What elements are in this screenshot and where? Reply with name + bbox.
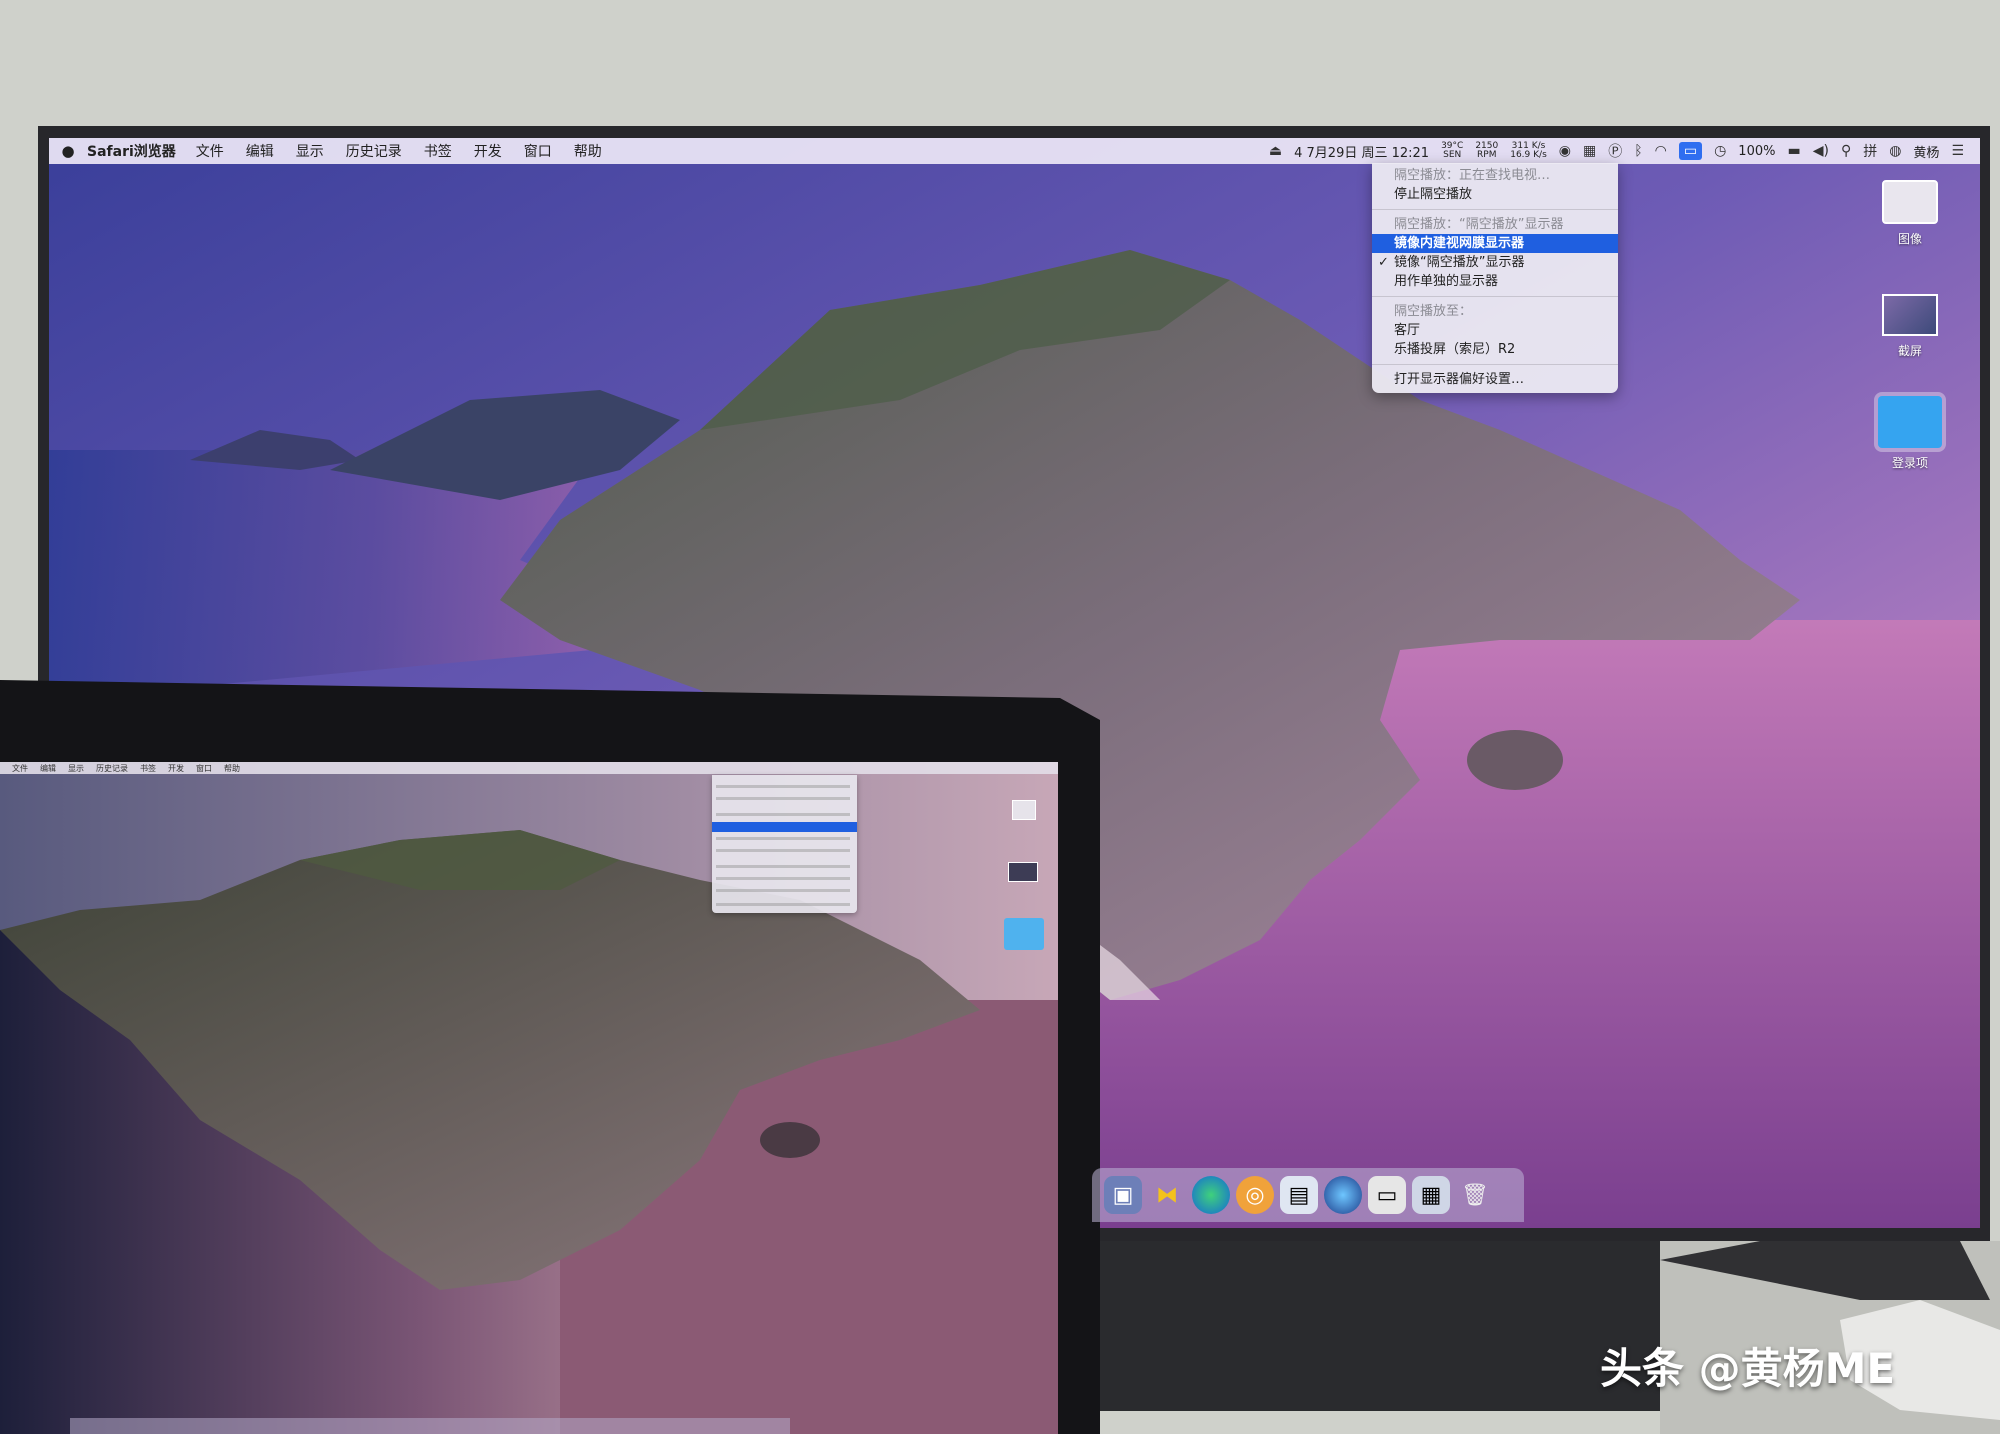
image-file-icon (1882, 180, 1938, 224)
desktop-icon-screenshot[interactable]: 截屏 (1880, 294, 1940, 359)
airplay-icon[interactable]: ▭ (1678, 142, 1703, 160)
laptop-menu-row (716, 877, 850, 880)
menu-item-bookmarks[interactable]: 书签 (424, 141, 452, 161)
airplay-mode-header: 隔空播放：“隔空播放”显示器 (1394, 217, 1564, 232)
mirror-builtin-item[interactable]: 镜像内建视网膜显示器 (1372, 234, 1618, 253)
airplay-menu: 隔空播放：正在查找电视… 停止隔空播放 隔空播放：“隔空播放”显示器 镜像内建视… (1372, 163, 1618, 393)
finder-window-icon[interactable]: ▦ (1412, 1176, 1450, 1214)
photo-app-icon[interactable]: ▣ (1104, 1176, 1142, 1214)
dock: ▣ ⧓ ◎ ▤ ▭ ▦ 🗑 (1092, 1168, 1524, 1222)
volume-icon[interactable]: ◀) (1813, 143, 1829, 159)
fan-readout[interactable]: 2150 RPM (1475, 142, 1498, 160)
laptop-menu-row (716, 865, 850, 868)
open-display-prefs-item[interactable]: 打开显示器偏好设置… (1372, 370, 1618, 389)
screenshot-file-icon (1882, 294, 1938, 336)
laptop-menu-item[interactable]: 编辑 (40, 763, 56, 774)
desktop-icon-label: 登录项 (1891, 456, 1928, 470)
net-down: 16.9 K/s (1510, 150, 1547, 160)
printer-icon[interactable]: ▭ (1368, 1176, 1406, 1214)
battery-icon[interactable]: ▬ (1787, 143, 1800, 159)
mirror-airplay-item[interactable]: ✓ 镜像“隔空播放”显示器 (1372, 253, 1618, 272)
spotlight-icon[interactable]: ⚲ (1841, 143, 1851, 159)
bluetooth-icon[interactable]: ᛒ (1634, 143, 1642, 159)
temperature-readout[interactable]: 39°C SEN (1441, 142, 1463, 160)
stop-airplay-item[interactable]: 停止隔空播放 (1372, 185, 1618, 204)
tiles-icon[interactable]: ▦ (1583, 143, 1596, 159)
menu-item-develop[interactable]: 开发 (474, 141, 502, 161)
wechat-icon[interactable]: ◉ (1559, 143, 1571, 159)
trash-icon[interactable]: 🗑 (1456, 1176, 1494, 1214)
tv-menu-bar: ● Safari浏览器 文件 编辑 显示 历史记录 书签 开发 窗口 帮助 ⏏ … (49, 138, 1980, 164)
photo-scene (0, 0, 2000, 1434)
laptop-menu-item[interactable]: 文件 (12, 763, 28, 774)
laptop-menu-row (716, 785, 850, 788)
menu-item-window[interactable]: 窗口 (524, 141, 552, 161)
laptop-menu-row (716, 889, 850, 892)
quicktime-icon[interactable] (1324, 1176, 1362, 1214)
battery-percent[interactable]: 100% (1738, 144, 1775, 159)
menu-separator (1372, 296, 1618, 297)
separate-display-item[interactable]: 用作单独的显示器 (1372, 272, 1618, 291)
laptop-menu-row (716, 849, 850, 852)
checkmark-icon: ✓ (1378, 255, 1389, 270)
eject-icon[interactable]: ⏏ (1269, 143, 1282, 159)
fan-unit: RPM (1477, 150, 1497, 160)
laptop-screenshot-icon[interactable] (1008, 862, 1038, 882)
airplay-status-header: 隔空播放：正在查找电视… (1394, 168, 1551, 183)
status-bar: ⏏ 4 7月29日 周三 12:21 39°C SEN 2150 RPM 311… (1269, 138, 1964, 164)
laptop-menu-bar: 文件 编辑 显示 历史记录 书签 开发 窗口 帮助 (0, 762, 1058, 774)
input-method-icon[interactable]: 拼 (1863, 141, 1877, 161)
laptop-menu-row (716, 837, 850, 840)
laptop-menu-row (716, 813, 850, 816)
p-icon[interactable]: Ⓟ (1608, 141, 1622, 161)
desktop-icon-login-items[interactable]: 登录项 (1872, 396, 1948, 471)
menu-item-history[interactable]: 历史记录 (346, 141, 402, 161)
time-machine-icon[interactable]: ◷ (1714, 143, 1726, 159)
menu-item-help[interactable]: 帮助 (574, 141, 602, 161)
laptop-airplay-menu (712, 775, 857, 913)
laptop-menu-selected-row (712, 822, 857, 832)
laptop-image-icon[interactable] (1012, 800, 1036, 820)
orange-app-icon[interactable]: ◎ (1236, 1176, 1274, 1214)
device-living-room-item[interactable]: 客厅 (1372, 321, 1618, 340)
user-name[interactable]: 黄杨 (1913, 142, 1939, 161)
laptop-folder-icon[interactable] (1004, 918, 1044, 950)
menu-item-view[interactable]: 显示 (296, 141, 324, 161)
menu-app-name[interactable]: Safari浏览器 (87, 141, 176, 161)
laptop-menu-item[interactable]: 书签 (140, 763, 156, 774)
laptop-menu-item[interactable]: 开发 (168, 763, 184, 774)
menu-item-edit[interactable]: 编辑 (246, 141, 274, 161)
wifi-icon[interactable]: ◠ (1655, 143, 1667, 159)
preview-icon[interactable]: ▤ (1280, 1176, 1318, 1214)
menu-item-file[interactable]: 文件 (196, 141, 224, 161)
edge-icon[interactable] (1192, 1176, 1230, 1214)
laptop-menu-item[interactable]: 历史记录 (96, 763, 128, 774)
notification-center-icon[interactable]: ☰ (1951, 143, 1964, 159)
device-sony-item[interactable]: 乐播投屏（索尼）R2 (1372, 340, 1618, 359)
laptop-menu-item[interactable]: 窗口 (196, 763, 212, 774)
network-readout[interactable]: 311 K/s 16.9 K/s (1510, 142, 1547, 160)
temperature-unit: SEN (1443, 150, 1462, 160)
mirror-airplay-label: 镜像“隔空播放”显示器 (1394, 255, 1525, 270)
laptop-menu-item[interactable]: 显示 (68, 763, 84, 774)
menu-separator (1372, 364, 1618, 365)
watermark: 头条 @黄杨ME (1600, 1344, 1896, 1393)
siri-icon[interactable]: ◍ (1889, 143, 1901, 159)
laptop-menu-row (716, 797, 850, 800)
laptop-menu-item[interactable]: 帮助 (224, 763, 240, 774)
folder-icon (1878, 396, 1942, 448)
desktop-icon-images[interactable]: 图像 (1880, 180, 1940, 247)
laptop-menu-row (716, 903, 850, 906)
menu-separator (1372, 209, 1618, 210)
desktop-icon-label: 截屏 (1897, 344, 1922, 358)
airplay-to-header: 隔空播放至： (1394, 304, 1473, 319)
apple-menu-icon[interactable]: ● (49, 142, 87, 160)
tes-butterfly-icon[interactable]: ⧓ (1148, 1176, 1186, 1214)
desktop-icon-label: 图像 (1897, 232, 1922, 246)
clock[interactable]: 4 7月29日 周三 12:21 (1294, 142, 1429, 161)
